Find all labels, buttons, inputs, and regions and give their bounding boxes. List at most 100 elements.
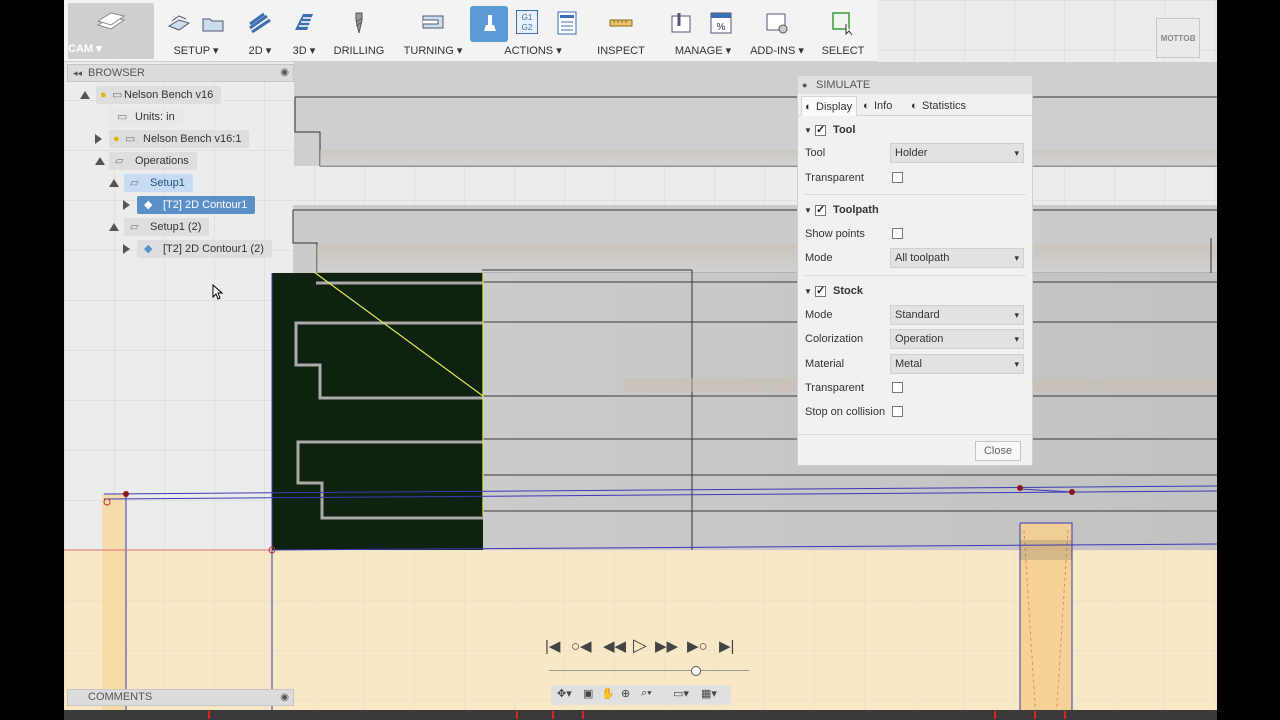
collapse-triangle-icon[interactable]	[109, 223, 119, 231]
collapse-arrows-icon[interactable]: ◂◂	[73, 65, 82, 81]
divider	[804, 275, 1026, 276]
fit-icon[interactable]: ⌕▾	[641, 687, 652, 700]
section-toggle-icon[interactable]: ▼	[804, 287, 812, 296]
timeline-strip[interactable]	[64, 710, 1217, 720]
tab-display[interactable]: ◐ Display	[801, 96, 857, 116]
tool-transparent-checkbox[interactable]	[892, 172, 903, 183]
toolbar-2d[interactable]: 2D ▾	[240, 0, 280, 62]
toolbar-turning[interactable]: TURNING ▾	[402, 0, 464, 62]
tree-item-label: Setup1	[150, 177, 185, 189]
pin-icon[interactable]: ◉	[280, 65, 289, 81]
toolbar-addins-label: ADD-INS ▾	[750, 45, 804, 57]
tab-statistics[interactable]: ◐ Statistics	[908, 96, 978, 116]
operation-icon: ◆	[144, 199, 153, 211]
toolbar-select-label: SELECT	[821, 45, 865, 57]
section-toggle-icon[interactable]: ▼	[804, 206, 812, 215]
section-tool-header[interactable]: ▼ Tool	[804, 123, 855, 137]
close-button[interactable]: Close	[975, 441, 1021, 461]
stock-visible-checkbox[interactable]	[814, 284, 826, 298]
section-toggle-icon[interactable]: ▼	[804, 126, 812, 135]
display-icon: ◐	[805, 101, 812, 113]
toolbar-actions[interactable]: G1 G2 ACTIONS ▾	[470, 0, 586, 62]
tab-info[interactable]: ◐ Info	[860, 96, 902, 116]
grid-settings-icon[interactable]: ▦▾	[701, 687, 717, 700]
orbit-icon[interactable]: ✥▾	[557, 687, 572, 700]
info-icon: ◐	[863, 100, 870, 112]
stop-on-collision-checkbox[interactable]	[892, 406, 903, 417]
lightbulb-icon[interactable]: ●	[113, 130, 120, 148]
go-to-end-icon[interactable]: ▶|	[719, 638, 734, 656]
tree-item-contour1-2[interactable]: ◆ [T2] 2D Contour1 (2)	[137, 240, 272, 258]
section-tool-title: Tool	[833, 124, 856, 136]
show-points-checkbox[interactable]	[892, 228, 903, 239]
display-settings-icon[interactable]: ▭▾	[673, 687, 689, 700]
toolbar-3d[interactable]: 3D ▾	[284, 0, 324, 62]
section-toolpath-header[interactable]: ▼ Toolpath	[804, 203, 879, 217]
playback-slider-handle[interactable]	[691, 666, 701, 676]
colorization-dropdown[interactable]: Operation	[890, 329, 1024, 349]
toolbar-drilling[interactable]: DRILLING	[332, 0, 386, 62]
material-dropdown[interactable]: Metal	[890, 354, 1024, 374]
toolpath-mode-label: Mode	[805, 252, 833, 264]
tree-item-contour1[interactable]: ◆ [T2] 2D Contour1	[137, 196, 256, 214]
stock-transparent-checkbox[interactable]	[892, 382, 903, 393]
next-operation-icon[interactable]: ▶○	[687, 638, 708, 656]
go-to-start-icon[interactable]: |◀	[545, 638, 560, 656]
tree-item-component[interactable]: ● ▭ Nelson Bench v16:1	[109, 130, 250, 148]
section-stock-header[interactable]: ▼ Stock	[804, 284, 863, 298]
measure-icon	[609, 19, 633, 27]
panel-collapse-icon[interactable]: ●	[802, 76, 807, 94]
toolbar-inspect[interactable]: INSPECT	[594, 0, 648, 62]
toolpath-visible-checkbox[interactable]	[814, 203, 826, 217]
pan-icon[interactable]: ✋	[601, 687, 615, 700]
setup-icon: ▱	[130, 221, 139, 233]
play-icon[interactable]: ▷	[633, 636, 647, 654]
toolbar-select[interactable]: SELECT	[818, 0, 868, 62]
browser-header[interactable]: ◂◂ BROWSER ◉	[67, 64, 294, 82]
step-back-icon[interactable]: ◀◀	[603, 638, 626, 656]
workspace-switcher-button[interactable]: CAM ▾	[68, 3, 154, 59]
stock-band-middle	[292, 205, 1217, 274]
expand-triangle-icon[interactable]	[123, 200, 130, 210]
toolpath-mode-dropdown[interactable]: All toolpath	[890, 248, 1024, 268]
collapse-triangle-icon[interactable]	[95, 157, 105, 165]
letterbox-right	[1217, 0, 1280, 720]
stock-mode-dropdown[interactable]: Standard	[890, 305, 1024, 325]
collapse-triangle-icon[interactable]	[80, 91, 90, 99]
toolbar-addins[interactable]: ADD-INS ▾	[750, 0, 804, 62]
toolbar-3d-label: 3D ▾	[292, 45, 316, 57]
tree-item-label: Setup1 (2)	[150, 221, 202, 233]
collapse-triangle-icon[interactable]	[109, 179, 119, 187]
comments-panel[interactable]: COMMENTS ◉	[67, 689, 294, 706]
toolbar-actions-label: ACTIONS ▾	[504, 45, 562, 57]
tab-info-label: Info	[874, 100, 893, 112]
operation-icon: ◆	[144, 243, 153, 255]
view-cube[interactable]: BOTTOM	[1156, 18, 1200, 58]
colorization-label: Colorization	[805, 333, 864, 345]
lightbulb-icon[interactable]: ●	[100, 86, 107, 104]
simulate-title: SIMULATE	[816, 79, 871, 91]
tree-item-document[interactable]: ● ▭ Nelson Bench v16	[96, 86, 222, 104]
toolbar-manage[interactable]: % MANAGE ▾	[668, 0, 738, 62]
step-forward-icon[interactable]: ▶▶	[655, 638, 678, 656]
expand-triangle-icon[interactable]	[95, 134, 102, 144]
playback-slider-track[interactable]	[549, 670, 749, 671]
look-at-icon[interactable]: ▣	[583, 687, 593, 700]
add-comment-icon[interactable]: ◉	[280, 690, 289, 705]
material-label: Material	[805, 358, 845, 370]
previous-operation-icon[interactable]: ○◀	[571, 638, 592, 656]
playback-controls: |◀ ○◀ ◀◀ ▷ ▶▶ ▶○ ▶|	[539, 635, 739, 659]
tool-visible-checkbox[interactable]	[814, 123, 826, 137]
browser-title: BROWSER	[88, 67, 145, 79]
tree-item-units[interactable]: ▭ Units: in	[109, 108, 183, 126]
turning-icon	[422, 15, 444, 29]
tree-item-operations[interactable]: ▱ Operations	[109, 152, 197, 170]
tree-item-setup1[interactable]: ▱ Setup1	[124, 174, 193, 192]
tool-display-dropdown[interactable]: Holder	[890, 143, 1024, 163]
navigation-bar: ✥▾ ▣ ✋ ⊕ ⌕▾ ▭▾ ▦▾	[551, 685, 731, 705]
expand-triangle-icon[interactable]	[123, 244, 130, 254]
zoom-icon[interactable]: ⊕	[621, 687, 630, 700]
toolbar-setup[interactable]: SETUP ▾	[164, 0, 228, 62]
simulate-header[interactable]: ● SIMULATE	[798, 76, 1032, 94]
tree-item-setup1-2[interactable]: ▱ Setup1 (2)	[124, 218, 210, 236]
